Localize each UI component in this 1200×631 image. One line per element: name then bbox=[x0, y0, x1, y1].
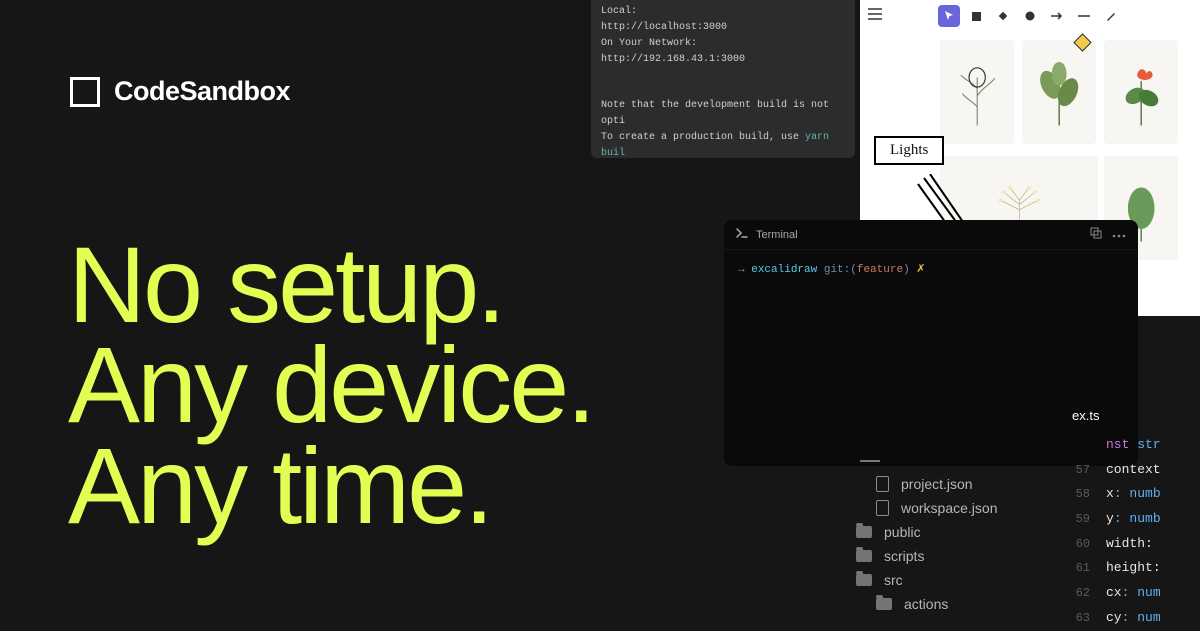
tree-folder-actions[interactable]: actions bbox=[848, 592, 1066, 616]
logo-square-icon bbox=[70, 77, 100, 107]
terminal-titlebar: Terminal bbox=[724, 220, 1138, 250]
network-label: On Your Network: bbox=[601, 36, 721, 52]
prompt-dir: excalidraw bbox=[751, 264, 817, 276]
folder-icon bbox=[876, 598, 892, 610]
plant-card-2[interactable] bbox=[1022, 40, 1096, 144]
tree-divider bbox=[860, 460, 880, 462]
line-num: 59 bbox=[1072, 508, 1090, 531]
line-num: 60 bbox=[1072, 533, 1090, 556]
brand-logo: CodeSandbox bbox=[70, 76, 290, 107]
plant-card-1[interactable] bbox=[940, 40, 1014, 144]
lights-annotation[interactable]: Lights bbox=[874, 136, 944, 165]
terminal-body[interactable]: → excalidraw git:(feature) ✗ bbox=[724, 250, 1138, 288]
local-url: http://localhost:3000 bbox=[601, 22, 727, 33]
file-icon bbox=[876, 500, 889, 516]
tree-label: scripts bbox=[884, 548, 924, 564]
brand-name: CodeSandbox bbox=[114, 76, 290, 107]
code-line: 63 cy: num bbox=[1072, 606, 1200, 631]
line-num: 61 bbox=[1072, 557, 1090, 580]
line-num: 57 bbox=[1072, 459, 1090, 482]
hero-headline: No setup. Any device. Any time. bbox=[68, 235, 593, 536]
tool-arrow[interactable] bbox=[1046, 5, 1068, 27]
prompt-dirty-icon: ✗ bbox=[916, 264, 925, 276]
tree-label: public bbox=[884, 524, 921, 540]
window-copy-icon[interactable] bbox=[1090, 227, 1102, 242]
hero-line-2: Any device. bbox=[68, 335, 593, 435]
code-line: 61 height: bbox=[1072, 556, 1200, 581]
build-note-2: To create a production build, use bbox=[601, 132, 805, 143]
hero-line-1: No setup. bbox=[68, 235, 593, 335]
tool-pointer[interactable] bbox=[938, 5, 960, 27]
tree-label: src bbox=[884, 572, 903, 588]
code-editor: ex.ts nst str 57 context 58 x: numb 59 y… bbox=[1072, 398, 1200, 631]
local-label: Local: bbox=[601, 4, 721, 20]
code-line: 59 y: numb bbox=[1072, 507, 1200, 532]
code-line: 58 x: numb bbox=[1072, 482, 1200, 507]
code-line: nst str bbox=[1072, 433, 1200, 458]
prompt-git-open: git:( bbox=[824, 264, 857, 276]
tool-square[interactable] bbox=[965, 5, 987, 27]
prompt-arrow: → bbox=[738, 264, 745, 276]
editor-tab[interactable]: ex.ts bbox=[1072, 398, 1200, 433]
network-url: http://192.168.43.1:3000 bbox=[601, 54, 745, 65]
tree-label: project.json bbox=[901, 476, 973, 492]
file-icon bbox=[876, 476, 889, 492]
tool-draw[interactable] bbox=[1100, 5, 1122, 27]
tree-file-workspace[interactable]: workspace.json bbox=[848, 496, 1066, 520]
more-icon[interactable] bbox=[1112, 229, 1126, 241]
prompt-git-close: ) bbox=[903, 264, 910, 276]
tree-label: workspace.json bbox=[901, 500, 998, 516]
folder-icon bbox=[856, 574, 872, 586]
terminal-prompt-icon bbox=[736, 228, 748, 241]
code-line: 60 width: bbox=[1072, 532, 1200, 557]
plant-card-3[interactable] bbox=[1104, 40, 1178, 144]
tree-folder-scripts[interactable]: scripts bbox=[848, 544, 1066, 568]
tree-folder-src[interactable]: src bbox=[848, 568, 1066, 592]
line-num: 63 bbox=[1072, 607, 1090, 630]
line-num: 58 bbox=[1072, 483, 1090, 506]
tool-diamond[interactable] bbox=[992, 5, 1014, 27]
dev-server-terminal: Local: http://localhost:3000 On Your Net… bbox=[591, 0, 855, 158]
tree-folder-public[interactable]: public bbox=[848, 520, 1066, 544]
folder-icon bbox=[856, 526, 872, 538]
tree-label: actions bbox=[904, 596, 948, 612]
file-tree: project.json workspace.json public scrip… bbox=[848, 460, 1066, 616]
build-note-1: Note that the development build is not o… bbox=[601, 98, 845, 130]
hero-line-3: Any time. bbox=[68, 436, 593, 536]
tool-line[interactable] bbox=[1073, 5, 1095, 27]
folder-icon bbox=[856, 550, 872, 562]
code-line: 62 cx: num bbox=[1072, 581, 1200, 606]
prompt-branch: feature bbox=[857, 264, 903, 276]
tool-circle[interactable] bbox=[1019, 5, 1041, 27]
tree-file-project[interactable]: project.json bbox=[848, 472, 1066, 496]
code-line: 57 context bbox=[1072, 458, 1200, 483]
line-num: 62 bbox=[1072, 582, 1090, 605]
terminal-title: Terminal bbox=[756, 229, 798, 241]
